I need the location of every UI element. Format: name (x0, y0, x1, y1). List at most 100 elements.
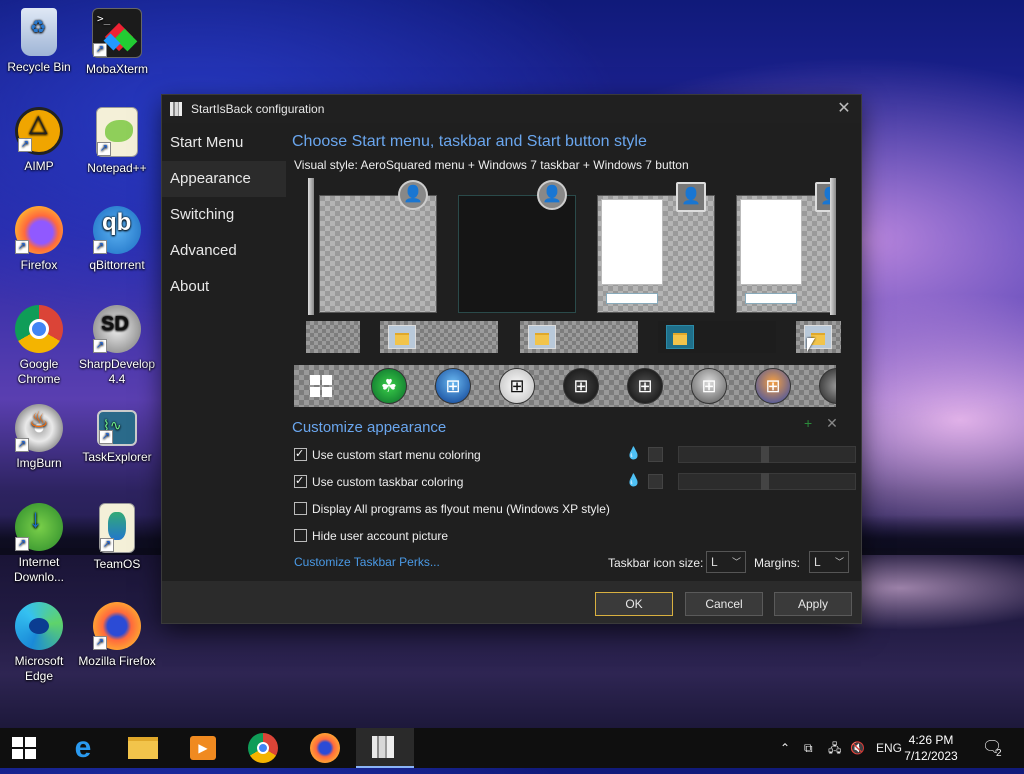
desktop-icon-imgburn[interactable]: ♨ ↗ ImgBurn (0, 398, 79, 471)
shortcut-arrow-icon: ↗ (15, 240, 29, 254)
apply-button[interactable]: Apply (774, 592, 852, 616)
start-button-option[interactable] (302, 368, 338, 404)
desktop-icon-firefox[interactable]: ↗ Firefox (0, 200, 79, 273)
desktop-icon-mobaxterm[interactable]: >_ ↗ MobaXterm (77, 2, 157, 77)
windows-logo-icon (310, 375, 332, 397)
margins-select[interactable]: L ﹀ (809, 551, 849, 573)
taskbar-app-firefox[interactable] (296, 728, 354, 768)
desktop-icon-mozilla-firefox[interactable]: ↗ Mozilla Firefox (77, 596, 157, 669)
color-drop-icon[interactable]: 💧 (626, 473, 641, 487)
taskbar-icon-size-select[interactable]: L ﹀ (706, 551, 746, 573)
desktop-icon-google-chrome[interactable]: Google Chrome (0, 299, 79, 387)
nav-item-advanced[interactable]: Advanced (162, 233, 286, 269)
start-button-option[interactable]: ⊞ (435, 368, 471, 404)
taskbar-opacity-slider[interactable] (678, 473, 856, 490)
desktop-icon-sharpdevelop[interactable]: SD ↗ SharpDevelop 4.4 (77, 299, 157, 387)
windows-flag-icon: ⊞ (445, 376, 461, 396)
start-button-option[interactable]: ☘ (371, 368, 407, 404)
section-title-style: Choose Start menu, taskbar and Start but… (292, 133, 647, 150)
checkbox-flyout-all-programs[interactable]: Display All programs as flyout menu (Win… (294, 501, 610, 517)
slider-thumb[interactable] (761, 473, 769, 490)
clock-date: 7/12/2023 (904, 749, 958, 763)
tray-device-icon[interactable]: ⧉ (804, 728, 813, 768)
menu-style-option[interactable]: 👤 (319, 180, 437, 313)
cancel-button[interactable]: Cancel (685, 592, 763, 616)
windows-flag-icon: ⊞ (509, 376, 525, 396)
add-icon[interactable]: + (804, 415, 812, 431)
notepadpp-icon: ↗ (96, 107, 138, 157)
taskbar-style-option-selected[interactable] (658, 321, 776, 353)
taskbar-app-chrome[interactable] (234, 728, 292, 768)
desktop-icon-taskexplorer[interactable]: ⌇∿ ↗ TaskExplorer (77, 398, 157, 465)
folder-icon (128, 737, 158, 759)
start-button-option[interactable] (819, 368, 836, 404)
desktop-icon-label: Microsoft Edge (14, 654, 64, 683)
margins-label: Margins: (754, 556, 801, 570)
show-hidden-icons-button[interactable]: ⌃ (780, 728, 790, 768)
notification-center-button[interactable]: 🗨 2 (982, 728, 1012, 768)
taskbar-style-option[interactable] (306, 321, 360, 353)
taskbar-app-internet-explorer[interactable]: e (54, 728, 112, 768)
shortcut-arrow-icon: ↗ (93, 240, 107, 254)
checkbox-custom-start-menu-coloring[interactable]: Use custom start menu coloring (294, 446, 481, 463)
start-button-style-gallery[interactable]: ☘ ⊞ ⊞ ⊞ ⊞ ⊞ ⊞ (294, 365, 836, 407)
color-swatch[interactable] (648, 474, 663, 489)
menu-search-box (606, 293, 658, 304)
color-swatch[interactable] (648, 447, 663, 462)
taskbar-app-startisback[interactable] (356, 728, 414, 768)
desktop-icon-teamos[interactable]: ↗ TeamOS (77, 497, 157, 572)
desktop-icon-label: Internet Downlo... (13, 555, 65, 584)
menu-style-option[interactable]: 👤 (597, 182, 715, 313)
checkbox-custom-taskbar-coloring[interactable]: Use custom taskbar coloring (294, 473, 463, 490)
color-drop-icon[interactable]: 💧 (626, 446, 641, 460)
nav-item-appearance[interactable]: Appearance (162, 161, 286, 197)
menu-style-option[interactable]: 👤 (458, 180, 576, 313)
volume-muted-icon[interactable]: 🔇 (850, 728, 865, 768)
checkbox-checked[interactable] (294, 446, 307, 462)
title-bar[interactable]: StartIsBack configuration ✕ (162, 95, 861, 123)
desktop-icon-label: Mozilla Firefox (78, 654, 156, 668)
nav-item-switching[interactable]: Switching (162, 197, 286, 233)
desktop-icon-label: Firefox (20, 258, 58, 272)
start-button-option[interactable]: ⊞ (755, 368, 791, 404)
start-button-option[interactable]: ⊞ (499, 368, 535, 404)
start-button[interactable] (0, 728, 58, 768)
folder-icon (388, 325, 416, 349)
desktop-icon-microsoft-edge[interactable]: Microsoft Edge (0, 596, 79, 684)
desktop-icon-recycle-bin[interactable]: ♻ Recycle Bin (0, 2, 79, 75)
checkbox-checked[interactable] (294, 473, 307, 489)
desktop-icon-aimp[interactable]: △ ↗ AIMP (0, 101, 79, 174)
slider-thumb[interactable] (761, 446, 769, 463)
nav-item-about[interactable]: About (162, 269, 286, 305)
start-button-option[interactable]: ⊞ (691, 368, 727, 404)
internet-explorer-icon: e (74, 731, 92, 764)
taskbar-style-option[interactable] (520, 321, 638, 353)
nav-item-start-menu[interactable]: Start Menu (162, 125, 286, 161)
network-icon[interactable]: 🖧 (828, 728, 841, 768)
taskbar-style-option[interactable] (796, 321, 841, 353)
checkbox-hide-account-picture[interactable]: Hide user account picture (294, 528, 448, 544)
user-avatar-icon: 👤 (398, 180, 428, 210)
shortcut-arrow-icon: ↗ (97, 142, 111, 156)
menu-style-option[interactable]: 👤 (736, 182, 836, 313)
customize-taskbar-perks-link[interactable]: Customize Taskbar Perks... (294, 555, 440, 569)
taskbar-app-media-player[interactable]: ▶ (174, 728, 232, 768)
desktop-icon-internet-download-manager[interactable]: ↓ ↗ Internet Downlo... (0, 497, 79, 585)
checkbox-unchecked[interactable] (294, 529, 307, 542)
desktop-icon-qbittorrent[interactable]: qb ↗ qBittorrent (77, 200, 157, 273)
taskbar-app-file-explorer[interactable] (114, 728, 172, 768)
start-menu-opacity-slider[interactable] (678, 446, 856, 463)
remove-icon[interactable]: ✕ (826, 415, 838, 431)
close-button[interactable]: ✕ (833, 98, 855, 120)
taskbar-style-option[interactable] (380, 321, 498, 353)
start-button-option[interactable]: ⊞ (563, 368, 599, 404)
checkbox-unchecked[interactable] (294, 502, 307, 515)
ok-button[interactable]: OK (595, 592, 673, 616)
start-button-option[interactable]: ⊞ (627, 368, 663, 404)
taskbar-style-gallery[interactable] (306, 321, 841, 353)
taskexplorer-icon: ⌇∿ ↗ (97, 410, 137, 446)
start-menu-style-gallery[interactable]: 👤 👤 👤 👤 (308, 178, 836, 315)
select-value: L (814, 555, 821, 569)
desktop-icon-notepadpp[interactable]: ↗ Notepad++ (77, 101, 157, 176)
clock[interactable]: 4:26 PM 7/12/2023 (896, 732, 966, 764)
